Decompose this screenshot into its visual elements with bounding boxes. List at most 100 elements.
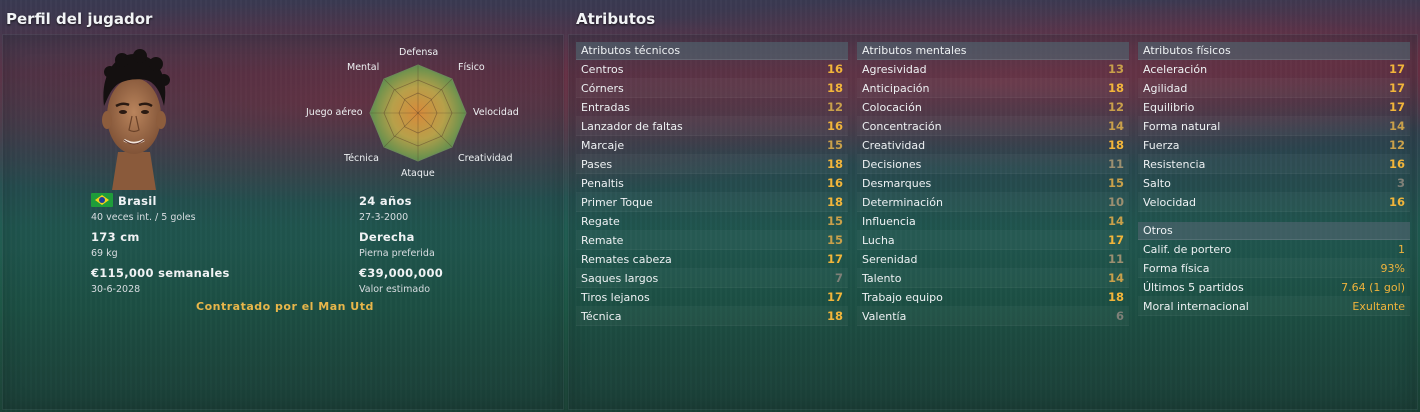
attribute-row: Influencia 14 xyxy=(857,212,1129,231)
attribute-value: Exultante xyxy=(1352,299,1405,313)
attribute-row: Lanzador de faltas 16 xyxy=(576,117,848,136)
attribute-row: Lucha 17 xyxy=(857,231,1129,250)
brazil-flag-icon xyxy=(91,193,113,207)
preferred-foot: Derecha xyxy=(359,230,415,244)
attribute-value: 15 xyxy=(826,233,843,247)
attribute-value: 6 xyxy=(1115,309,1124,323)
attribute-row: Forma natural 14 xyxy=(1138,117,1410,136)
radar-label-ataque: Ataque xyxy=(401,168,435,179)
attribute-value: 16 xyxy=(826,119,843,133)
attribute-label: Últimos 5 partidos xyxy=(1143,280,1244,294)
radar-label-defensa: Defensa xyxy=(399,47,439,58)
attribute-label: Forma física xyxy=(1143,261,1210,275)
attribute-value: 18 xyxy=(1107,138,1124,152)
attribute-value: 18 xyxy=(826,157,843,171)
attribute-label: Tiros lejanos xyxy=(581,290,650,304)
attribute-row: Agresividad 13 xyxy=(857,60,1129,79)
attribute-value: 17 xyxy=(1388,81,1405,95)
attribute-row: Aceleración 17 xyxy=(1138,60,1410,79)
attribute-value: 17 xyxy=(1388,100,1405,114)
physical-attributes-column: Atributos físicos Aceleración 17 Agilidad 1… xyxy=(1138,42,1410,316)
mental-attributes-header: Atributos mentales xyxy=(857,42,1129,60)
attribute-value: 1 xyxy=(1398,242,1405,256)
attribute-label: Moral internacional xyxy=(1143,299,1249,313)
attribute-value: 93% xyxy=(1380,261,1405,275)
attribute-row: Técnica 18 xyxy=(576,307,848,326)
attribute-label: Velocidad xyxy=(1143,195,1197,209)
attribute-row: Primer Toque 18 xyxy=(576,193,848,212)
attribute-label: Serenidad xyxy=(862,252,918,266)
attribute-value: 17 xyxy=(826,290,843,304)
contract-end: 30-6-2028 xyxy=(91,284,141,295)
contract-note: Contratado por el Man Utd xyxy=(196,300,374,313)
attribute-label: Entradas xyxy=(581,100,630,114)
radar-label-velocidad: Velocidad xyxy=(473,107,519,118)
attribute-label: Lanzador de faltas xyxy=(581,119,683,133)
attribute-row: Velocidad 16 xyxy=(1138,193,1410,212)
attribute-value: 16 xyxy=(1388,157,1405,171)
attribute-label: Desmarques xyxy=(862,176,932,190)
attribute-row: Salto 3 xyxy=(1138,174,1410,193)
weight: 69 kg xyxy=(91,248,118,259)
physical-attributes-header: Atributos físicos xyxy=(1138,42,1410,60)
attribute-value: 15 xyxy=(826,138,843,152)
player-profile-panel xyxy=(2,34,564,410)
attribute-row: Penaltis 16 xyxy=(576,174,848,193)
attribute-value: 14 xyxy=(1107,271,1124,285)
attribute-label: Trabajo equipo xyxy=(862,290,943,304)
estimated-value-label: Valor estimado xyxy=(359,284,431,295)
panel-title-profile: Perfil del jugador xyxy=(6,10,153,28)
attribute-label: Marcaje xyxy=(581,138,625,152)
attribute-label: Colocación xyxy=(862,100,922,114)
attribute-label: Concentración xyxy=(862,119,942,133)
attribute-row: Agilidad 17 xyxy=(1138,79,1410,98)
attribute-label: Determinación xyxy=(862,195,943,209)
attribute-row: Talento 14 xyxy=(857,269,1129,288)
attribute-label: Técnica xyxy=(581,309,622,323)
attribute-value: 12 xyxy=(826,100,843,114)
attribute-value: 16 xyxy=(1388,195,1405,209)
attribute-row: Resistencia 16 xyxy=(1138,155,1410,174)
attribute-row: Marcaje 15 xyxy=(576,136,848,155)
attribute-value: 11 xyxy=(1107,157,1124,171)
caps-goals: 40 veces int. / 5 goles xyxy=(91,212,196,223)
attribute-label: Talento xyxy=(862,271,902,285)
attribute-value: 7.64 (1 gol) xyxy=(1341,280,1405,294)
estimated-value: €39,000,000 xyxy=(359,266,444,280)
attribute-label: Calif. de portero xyxy=(1143,242,1232,256)
attribute-value: 15 xyxy=(1107,176,1124,190)
attribute-value: 18 xyxy=(826,81,843,95)
wage: €115,000 semanales xyxy=(91,266,230,280)
age: 24 años xyxy=(359,194,412,208)
attribute-value: 11 xyxy=(1107,252,1124,266)
attribute-label: Remate xyxy=(581,233,624,247)
attribute-value: 18 xyxy=(826,195,843,209)
attribute-value: 10 xyxy=(1107,195,1124,209)
attribute-label: Pases xyxy=(581,157,613,171)
birthdate: 27-3-2000 xyxy=(359,212,409,223)
attribute-row: Entradas 12 xyxy=(576,98,848,117)
attribute-value: 14 xyxy=(1107,214,1124,228)
attribute-row: Regate 15 xyxy=(576,212,848,231)
attribute-value: 17 xyxy=(826,252,843,266)
attribute-row: Calif. de portero 1 xyxy=(1138,240,1410,259)
attribute-value: 3 xyxy=(1396,176,1405,190)
attribute-row: Anticipación 18 xyxy=(857,79,1129,98)
technical-attributes-header: Atributos técnicos xyxy=(576,42,848,60)
attribute-row: Centros 16 xyxy=(576,60,848,79)
other-attributes-header: Otros xyxy=(1138,222,1410,240)
attribute-row: Pases 18 xyxy=(576,155,848,174)
attribute-row: Moral internacional Exultante xyxy=(1138,297,1410,316)
attribute-label: Centros xyxy=(581,62,624,76)
attribute-label: Fuerza xyxy=(1143,138,1180,152)
attribute-row: Determinación 10 xyxy=(857,193,1129,212)
attribute-row: Creatividad 18 xyxy=(857,136,1129,155)
attribute-value: 18 xyxy=(1107,290,1124,304)
attribute-value: 18 xyxy=(826,309,843,323)
attribute-label: Decisiones xyxy=(862,157,922,171)
preferred-foot-label: Pierna preferida xyxy=(359,248,435,259)
panel-title-attributes: Atributos xyxy=(576,10,656,28)
attribute-row: Remate 15 xyxy=(576,231,848,250)
attribute-row: Últimos 5 partidos 7.64 (1 gol) xyxy=(1138,278,1410,297)
attribute-row: Forma física 93% xyxy=(1138,259,1410,278)
